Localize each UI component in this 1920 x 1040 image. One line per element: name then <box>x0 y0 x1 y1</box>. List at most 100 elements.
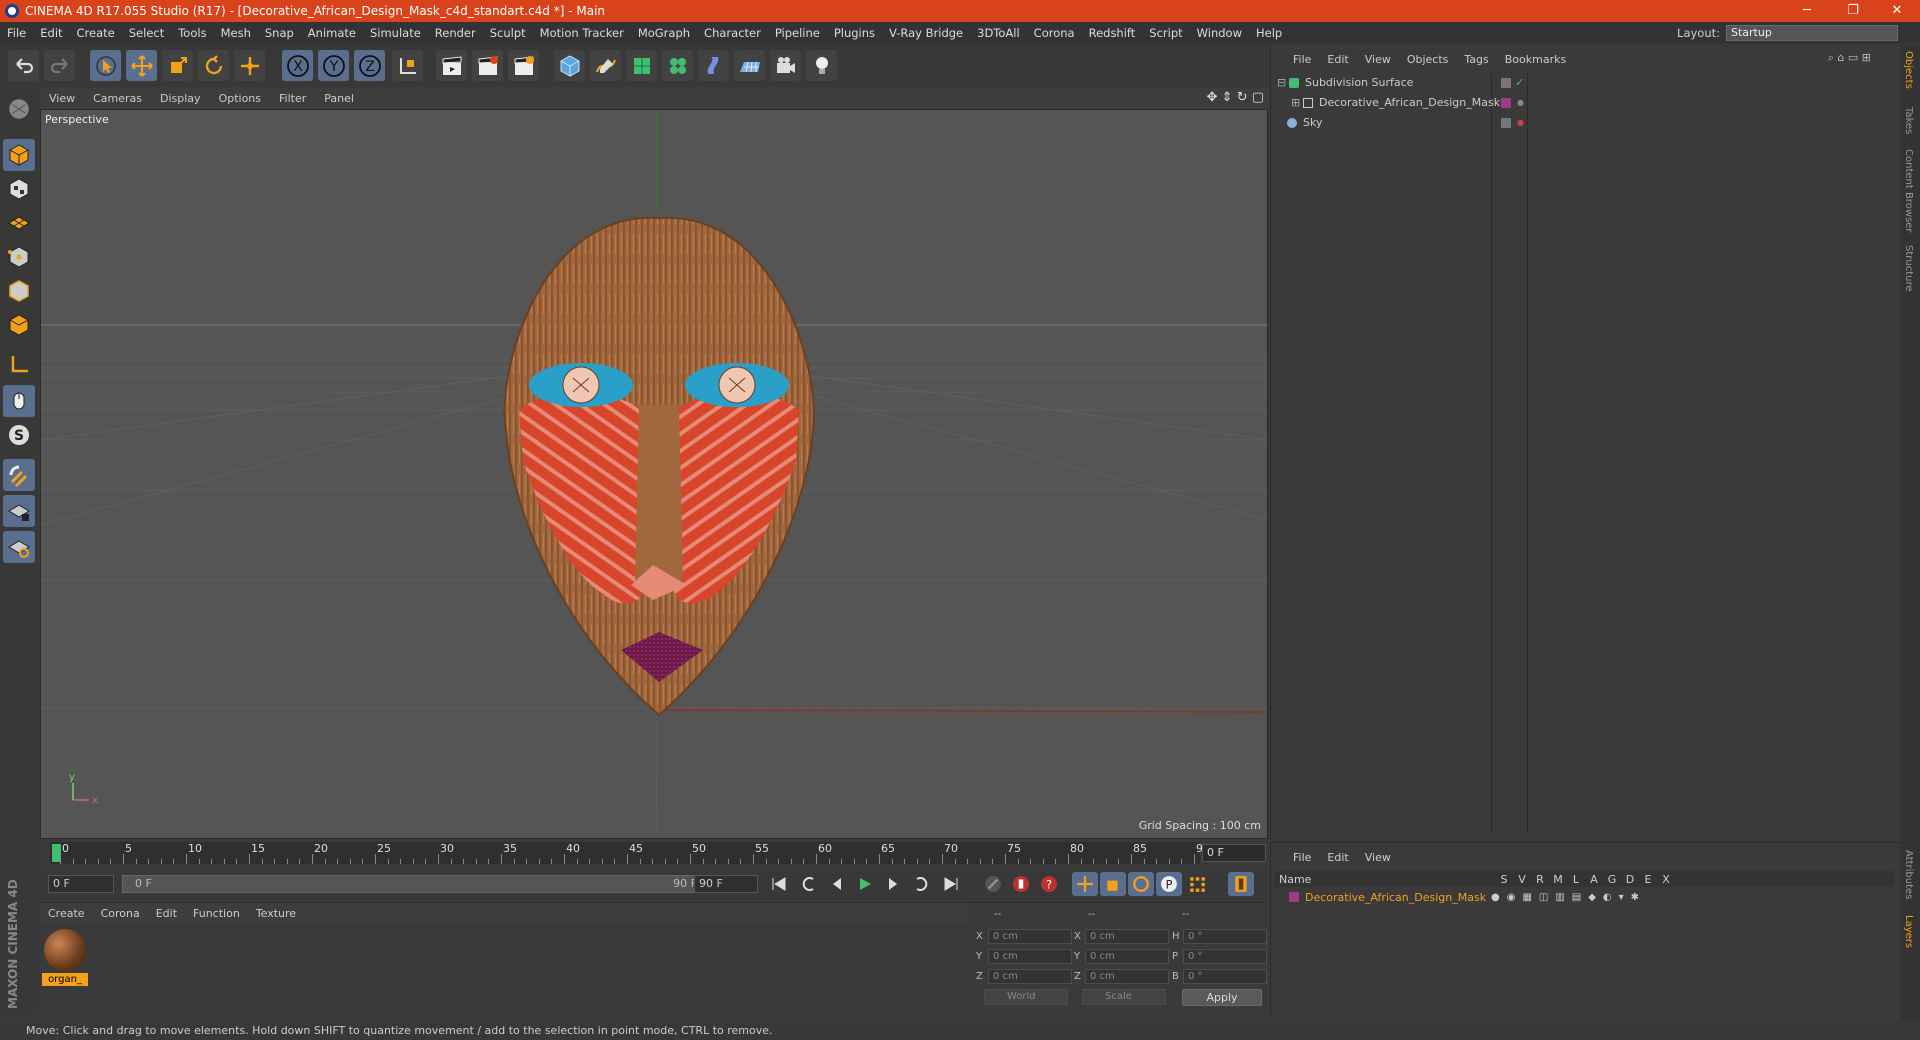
current-frame-field[interactable]: 0 F <box>1202 844 1266 862</box>
undo-button[interactable] <box>8 50 39 81</box>
menu-edit[interactable]: Edit <box>33 26 69 40</box>
menu-simulate[interactable]: Simulate <box>363 26 428 40</box>
record-keys-button[interactable] <box>980 872 1006 896</box>
object-menu-file[interactable]: File <box>1285 53 1319 66</box>
object-menu-objects[interactable]: Objects <box>1399 53 1457 66</box>
menu-corona[interactable]: Corona <box>1027 26 1082 40</box>
texture-mode-button[interactable] <box>3 173 35 205</box>
layer-swatch[interactable] <box>1501 117 1511 128</box>
layer-flag-icons[interactable]: ●◉▦◫▥▤◆◐▾✱ <box>1491 892 1646 903</box>
rotation-b-field[interactable]: 0 ° <box>1183 969 1267 984</box>
object-row-mask[interactable]: ⊞ Decorative_African_Design_Mask ● <box>1277 93 1891 112</box>
tab-structure[interactable]: Structure <box>1903 245 1914 292</box>
play-button[interactable] <box>852 872 878 896</box>
apply-button[interactable]: Apply <box>1182 989 1262 1006</box>
previous-frame-button[interactable] <box>824 872 850 896</box>
go-to-start-button[interactable] <box>766 872 792 896</box>
expand-icon[interactable]: ⊞ <box>1291 96 1303 109</box>
tab-objects[interactable]: Objects <box>1903 51 1914 89</box>
maximize-button[interactable]: ❐ <box>1830 0 1876 22</box>
polygons-mode-button[interactable] <box>3 309 35 341</box>
viewport-menu-filter[interactable]: Filter <box>270 92 315 105</box>
tweak-mode-button[interactable] <box>3 385 35 417</box>
menu-animate[interactable]: Animate <box>301 26 363 40</box>
layer-col-manager[interactable]: M <box>1549 873 1567 886</box>
range-slider[interactable]: 0 F 90 F <box>122 875 708 893</box>
layer-col-xref[interactable]: X <box>1657 873 1675 886</box>
key-pla-button[interactable] <box>1184 872 1210 896</box>
position-x-field[interactable]: 0 cm <box>988 929 1072 944</box>
minimize-button[interactable]: ─ <box>1784 0 1830 22</box>
collapse-icon[interactable]: ⊟ <box>1277 76 1289 89</box>
menu-script[interactable]: Script <box>1142 26 1189 40</box>
object-row-subdivision-surface[interactable]: ⊟ Subdivision Surface ✓ <box>1277 73 1891 92</box>
key-parameter-button[interactable]: P <box>1156 872 1182 896</box>
layer-col-locked[interactable]: L <box>1567 873 1585 886</box>
viewport-menu-panel[interactable]: Panel <box>315 92 363 105</box>
render-picture-viewer-button[interactable] <box>472 50 503 81</box>
menu-snap[interactable]: Snap <box>258 26 301 40</box>
menu-redshift[interactable]: Redshift <box>1082 26 1143 40</box>
position-y-field[interactable]: 0 cm <box>988 949 1072 964</box>
light-button[interactable] <box>806 50 837 81</box>
material-name-label[interactable]: organ_ <box>42 973 88 986</box>
layer-menu-file[interactable]: File <box>1285 851 1319 864</box>
material-menu-corona[interactable]: Corona <box>93 907 148 920</box>
viewport-menu-display[interactable]: Display <box>151 92 210 105</box>
camera-button[interactable] <box>770 50 801 81</box>
object-menu-tags[interactable]: Tags <box>1456 53 1496 66</box>
menu-render[interactable]: Render <box>428 26 483 40</box>
viewport-nav-icons[interactable]: ✥ ⇕ ↻ ▢ <box>1207 90 1264 105</box>
timeline-window-button[interactable] <box>1228 872 1254 896</box>
workplane-rotate-button[interactable] <box>3 531 35 563</box>
workplane-mode-button[interactable] <box>3 205 35 237</box>
menu-plugins[interactable]: Plugins <box>827 26 882 40</box>
coordinate-system-button[interactable] <box>392 50 423 81</box>
layer-col-deformers[interactable]: D <box>1621 873 1639 886</box>
layer-swatch[interactable] <box>1501 97 1511 108</box>
tab-content-browser[interactable]: Content Browser <box>1903 149 1914 232</box>
layout-select[interactable]: Startup <box>1726 25 1898 41</box>
object-row-sky[interactable]: Sky ● <box>1277 113 1891 132</box>
floor-button[interactable] <box>734 50 765 81</box>
axis-mode-button[interactable] <box>3 349 35 381</box>
viewport-menu-options[interactable]: Options <box>210 92 270 105</box>
tab-attributes[interactable]: Attributes <box>1903 850 1914 899</box>
menu-tools[interactable]: Tools <box>171 26 213 40</box>
layer-swatch[interactable] <box>1501 77 1511 88</box>
layer-menu-view[interactable]: View <box>1357 851 1399 864</box>
next-frame-button[interactable] <box>880 872 906 896</box>
live-selection-button[interactable] <box>90 50 121 81</box>
x-axis-lock-button[interactable]: X <box>282 50 313 81</box>
mograph-cloner-button[interactable] <box>662 50 693 81</box>
edges-mode-button[interactable] <box>3 275 35 307</box>
snap-button[interactable]: S <box>3 419 35 451</box>
size-mode-dropdown[interactable]: Scale <box>1082 989 1166 1005</box>
key-position-button[interactable] <box>1072 872 1098 896</box>
layer-color-swatch[interactable] <box>1289 892 1299 902</box>
rotation-p-field[interactable]: 0 ° <box>1183 949 1267 964</box>
position-z-field[interactable]: 0 cm <box>988 969 1072 984</box>
object-menu-view[interactable]: View <box>1357 53 1399 66</box>
menu-pipeline[interactable]: Pipeline <box>768 26 827 40</box>
layer-col-view[interactable]: V <box>1513 873 1531 886</box>
material-thumbnail[interactable] <box>44 929 86 971</box>
object-manager-search-icon[interactable]: ⌕ ⌂ ▭ ⊞ <box>1828 51 1871 65</box>
layer-col-render[interactable]: R <box>1531 873 1549 886</box>
size-z-field[interactable]: 0 cm <box>1085 969 1169 984</box>
menu-3dtoall[interactable]: 3DToAll <box>970 26 1027 40</box>
points-mode-button[interactable] <box>3 241 35 273</box>
deformer-button[interactable] <box>698 50 729 81</box>
menu-select[interactable]: Select <box>122 26 171 40</box>
previous-key-button[interactable] <box>796 872 822 896</box>
autokey-button[interactable] <box>1008 872 1034 896</box>
layer-menu-edit[interactable]: Edit <box>1319 851 1356 864</box>
menu-window[interactable]: Window <box>1190 26 1249 40</box>
menu-vray-bridge[interactable]: V-Ray Bridge <box>882 26 970 40</box>
magnet-button[interactable] <box>3 459 35 491</box>
make-editable-button[interactable] <box>3 93 35 125</box>
material-menu-function[interactable]: Function <box>185 907 248 920</box>
render-settings-button[interactable] <box>508 50 539 81</box>
tab-takes[interactable]: Takes <box>1903 107 1914 134</box>
rotation-h-field[interactable]: 0 ° <box>1183 929 1267 944</box>
